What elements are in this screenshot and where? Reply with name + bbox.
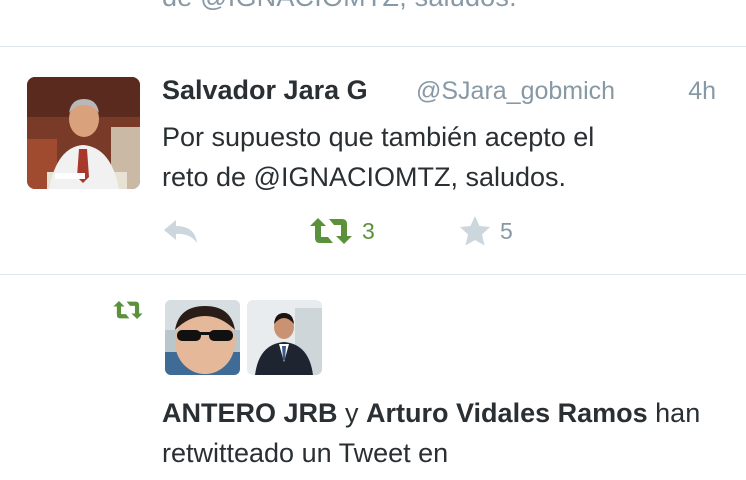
retweet-activity-text: ANTERO JRB y Arturo Vidales Ramos han re…: [162, 393, 722, 473]
handle[interactable]: @SJara_gobmich: [416, 77, 615, 106]
retweeter-name[interactable]: Arturo Vidales Ramos: [366, 398, 648, 428]
timeline: de @IGNACIOMTZ, saludos. Salvador Jara G…: [0, 0, 746, 480]
tweet-text-line: Por supuesto que también acepto el: [162, 122, 595, 152]
tweet-actions: 3 5: [162, 213, 722, 249]
avatar[interactable]: [247, 300, 322, 375]
avatar[interactable]: [27, 77, 140, 189]
retweet-count: 3: [362, 217, 375, 244]
display-name[interactable]: Salvador Jara G: [162, 75, 368, 106]
favorite-button[interactable]: 5: [458, 213, 513, 249]
avatar[interactable]: [165, 300, 240, 375]
reply-button[interactable]: [162, 213, 200, 249]
connector-text: y: [345, 398, 359, 428]
tweet[interactable]: Salvador Jara G @SJara_gobmich 4h Por su…: [0, 47, 746, 274]
tweet-header: Salvador Jara G @SJara_gobmich 4h: [162, 75, 722, 111]
star-icon: [460, 216, 490, 246]
previous-tweet-text: de @IGNACIOMTZ, saludos.: [162, 0, 517, 13]
retweet-activity[interactable]: ANTERO JRB y Arturo Vidales Ramos han re…: [0, 275, 746, 480]
reply-icon: [164, 220, 197, 243]
retweeter-name[interactable]: ANTERO JRB: [162, 398, 338, 428]
tweet-text: Por supuesto que también acepto el reto …: [162, 117, 722, 197]
favorite-count: 5: [500, 217, 513, 244]
retweet-icon: [113, 300, 143, 320]
timestamp[interactable]: 4h: [688, 77, 716, 106]
tweet-text-line: reto de @IGNACIOMTZ, saludos.: [162, 162, 567, 192]
retweet-button[interactable]: 3: [308, 213, 375, 249]
retweet-icon: [310, 218, 352, 244]
